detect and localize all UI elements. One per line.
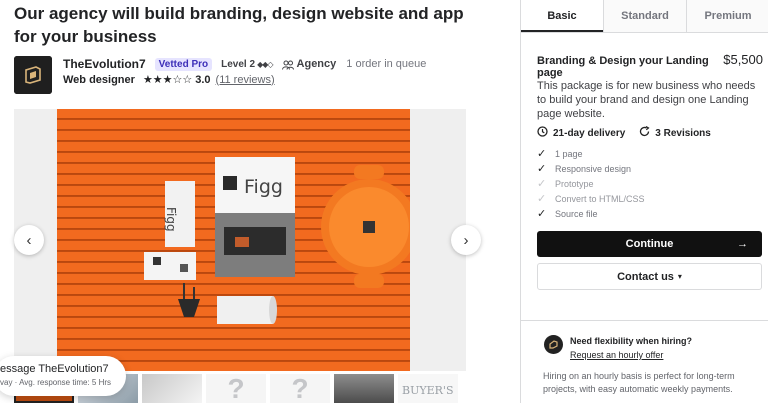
contact-us-button[interactable]: Contact us ▾	[537, 263, 762, 290]
level-diamonds-icon: ◆◆◇	[257, 59, 274, 69]
seller-level[interactable]: Level 2	[221, 59, 255, 70]
seller-overview: TheEvolution7 Vetted Pro Level 2 ◆◆◇ Age…	[14, 56, 504, 96]
feature-item: ✓ Source file	[537, 208, 598, 220]
package-name: Branding & Design your Landing page	[537, 55, 709, 79]
feature-item: ✓ Prototype	[537, 178, 594, 190]
feature-item: ✓ Convert to HTML/CSS	[537, 193, 645, 205]
section-divider	[521, 320, 768, 321]
continue-label: Continue	[625, 238, 674, 250]
check-icon: ✓	[537, 208, 547, 220]
check-icon: ✓	[537, 193, 547, 205]
tab-premium[interactable]: Premium	[686, 0, 768, 32]
check-icon: ✓	[537, 163, 547, 175]
agency-icon	[281, 59, 294, 70]
rating-stars-icon: ★★★☆☆	[142, 74, 193, 86]
rating-score: 3.0	[195, 73, 211, 86]
arrow-right-icon: →	[737, 238, 748, 250]
feature-item: ✓ 1 page	[537, 148, 583, 160]
check-icon: ✓	[537, 148, 547, 160]
gig-gallery: Figg Figg ‹ ›	[14, 109, 481, 371]
feature-item: ✓ Responsive design	[537, 163, 632, 175]
agency-label: Agency	[296, 58, 337, 70]
hourly-offer-icon	[544, 335, 563, 354]
revisions-count: 3 Revisions	[655, 127, 711, 139]
seller-name[interactable]: TheEvolution7	[63, 57, 146, 71]
svg-text:Figg: Figg	[164, 207, 178, 232]
chevron-right-icon: ›	[463, 231, 469, 249]
svg-text:Figg: Figg	[244, 176, 283, 198]
gallery-next-button[interactable]: ›	[451, 225, 481, 255]
gallery-thumbnail[interactable]: BUYER'S	[398, 374, 458, 403]
gallery-thumbnail[interactable]: ?	[270, 374, 330, 403]
response-time-label: vay · Avg. response time: 5 Hrs	[0, 378, 112, 387]
gallery-thumbnail[interactable]	[334, 374, 394, 403]
gallery-prev-button[interactable]: ‹	[14, 225, 44, 255]
revisions-icon	[639, 125, 650, 140]
package-panel: Basic Standard Premium Branding & Design…	[520, 0, 768, 403]
gallery-main-image[interactable]: Figg Figg	[57, 109, 410, 371]
package-price: $5,500	[723, 52, 763, 67]
branding-mockup-illustration: Figg Figg	[144, 157, 410, 324]
request-hourly-offer-link[interactable]: Request an hourly offer	[570, 350, 663, 360]
gallery-thumbnail[interactable]: ?	[206, 374, 266, 403]
clock-icon	[537, 126, 548, 140]
tab-standard[interactable]: Standard	[603, 0, 686, 32]
chevron-left-icon: ‹	[26, 231, 32, 249]
continue-button[interactable]: Continue →	[537, 231, 762, 257]
reviews-link[interactable]: (11 reviews)	[216, 74, 275, 86]
seller-role: Web designer	[63, 73, 135, 86]
tab-basic[interactable]: Basic	[521, 0, 603, 32]
delivery-time: 21-day delivery	[553, 127, 626, 139]
gig-title: Our agency will build branding, design w…	[14, 4, 464, 46]
message-seller-popup[interactable]: essage TheEvolution7 vay · Avg. response…	[0, 356, 126, 396]
package-description: This package is for new business who nee…	[537, 80, 756, 120]
seller-avatar[interactable]	[14, 56, 52, 94]
package-tabs: Basic Standard Premium	[521, 0, 768, 33]
hourly-offer-description: Hiring on an hourly basis is perfect for…	[543, 371, 735, 394]
chevron-down-icon: ▾	[677, 272, 682, 281]
vetted-pro-badge: Vetted Pro	[154, 57, 213, 71]
check-icon: ✓	[537, 178, 547, 190]
seller-logo-icon	[14, 56, 52, 94]
package-features: ✓ 1 page ✓ Responsive design ✓ Prototype ✓ C…	[537, 146, 645, 221]
gallery-thumbnail[interactable]	[142, 374, 202, 403]
delivery-info: 21-day delivery 3 Revisions	[537, 125, 711, 140]
orders-in-queue: 1 order in queue	[346, 58, 427, 70]
hourly-offer-title: Need flexibility when hiring?	[570, 336, 693, 346]
contact-label: Contact us	[617, 270, 674, 283]
message-seller-label: essage TheEvolution7	[0, 363, 109, 375]
